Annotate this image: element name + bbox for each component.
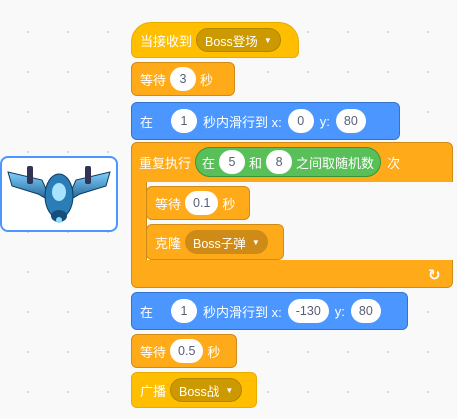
random-from-input[interactable]: 5 <box>219 150 246 174</box>
seconds-unit-label: 秒 <box>200 72 214 88</box>
repeat-suffix-label: 次 <box>387 155 401 171</box>
wait-label: 等待 <box>155 196 182 212</box>
chevron-down-icon: ▼ <box>225 385 234 395</box>
sprite-thumbnail[interactable] <box>0 156 118 232</box>
broadcast-message-dropdown[interactable]: Boss战 ▼ <box>170 378 243 402</box>
repeat-label: 重复执行 <box>139 155 192 171</box>
message-dropdown-value: Boss登场 <box>205 34 258 49</box>
glide-x-input[interactable]: 0 <box>287 109 314 133</box>
random-operator-block[interactable]: 在 5 和 8 之间取随机数 <box>195 147 382 177</box>
glide-block[interactable]: 在 1 秒内滑行到 x: -130 y: 80 <box>131 292 408 330</box>
inner-wait-block[interactable]: 等待 0.1 秒 <box>146 186 250 220</box>
glide-seconds-input[interactable]: 1 <box>171 299 198 323</box>
glide-y-input[interactable]: 80 <box>350 299 381 323</box>
wait-block[interactable]: 等待 3 秒 <box>131 62 235 96</box>
random-suffix-label: 之间取随机数 <box>296 155 375 171</box>
repeat-block[interactable]: 重复执行 在 5 和 8 之间取随机数 次 <box>131 142 453 182</box>
glide-y-input[interactable]: 80 <box>335 109 366 133</box>
glide-block[interactable]: 在 1 秒内滑行到 x: 0 y: 80 <box>131 102 400 140</box>
broadcast-block[interactable]: 广播 Boss战 ▼ <box>131 372 257 408</box>
glide-to-label: 秒内滑行到 x: <box>203 304 282 320</box>
clone-target-dropdown[interactable]: Boss子弹 ▼ <box>185 230 268 254</box>
chevron-down-icon: ▼ <box>251 237 260 247</box>
glide-y-label: y: <box>319 113 330 129</box>
broadcast-message-value: Boss战 <box>179 384 220 399</box>
glide-seconds-input[interactable]: 1 <box>171 109 198 133</box>
loop-arrow-icon: ↻ <box>428 267 441 284</box>
wait-seconds-input[interactable]: 0.1 <box>185 191 219 215</box>
when-receive-label: 当接收到 <box>140 33 193 49</box>
broadcast-label: 广播 <box>140 383 167 399</box>
seconds-unit-label: 秒 <box>207 344 221 360</box>
wait-seconds-input[interactable]: 0.5 <box>170 339 204 363</box>
when-receive-hat-block[interactable]: 当接收到 Boss登场 ▼ <box>131 22 299 58</box>
random-and-label: 和 <box>249 155 263 171</box>
glide-prefix-label: 在 <box>140 114 154 130</box>
random-to-input[interactable]: 8 <box>266 150 293 174</box>
glide-prefix-label: 在 <box>140 304 154 320</box>
message-dropdown[interactable]: Boss登场 ▼ <box>196 28 281 52</box>
wait-label: 等待 <box>140 72 167 88</box>
seconds-unit-label: 秒 <box>222 196 236 212</box>
chevron-down-icon: ▼ <box>263 35 272 45</box>
glide-x-input[interactable]: -130 <box>287 299 329 323</box>
glide-to-label: 秒内滑行到 x: <box>203 114 282 130</box>
create-clone-block[interactable]: 克隆 Boss子弹 ▼ <box>146 224 284 260</box>
spaceship-icon <box>7 166 111 223</box>
clone-label: 克隆 <box>155 235 182 251</box>
wait-seconds-input[interactable]: 3 <box>170 67 197 91</box>
clone-target-value: Boss子弹 <box>193 236 246 251</box>
glide-y-label: y: <box>334 303 345 319</box>
wait-block[interactable]: 等待 0.5 秒 <box>131 334 237 368</box>
random-prefix-label: 在 <box>202 155 216 171</box>
wait-label: 等待 <box>140 344 167 360</box>
